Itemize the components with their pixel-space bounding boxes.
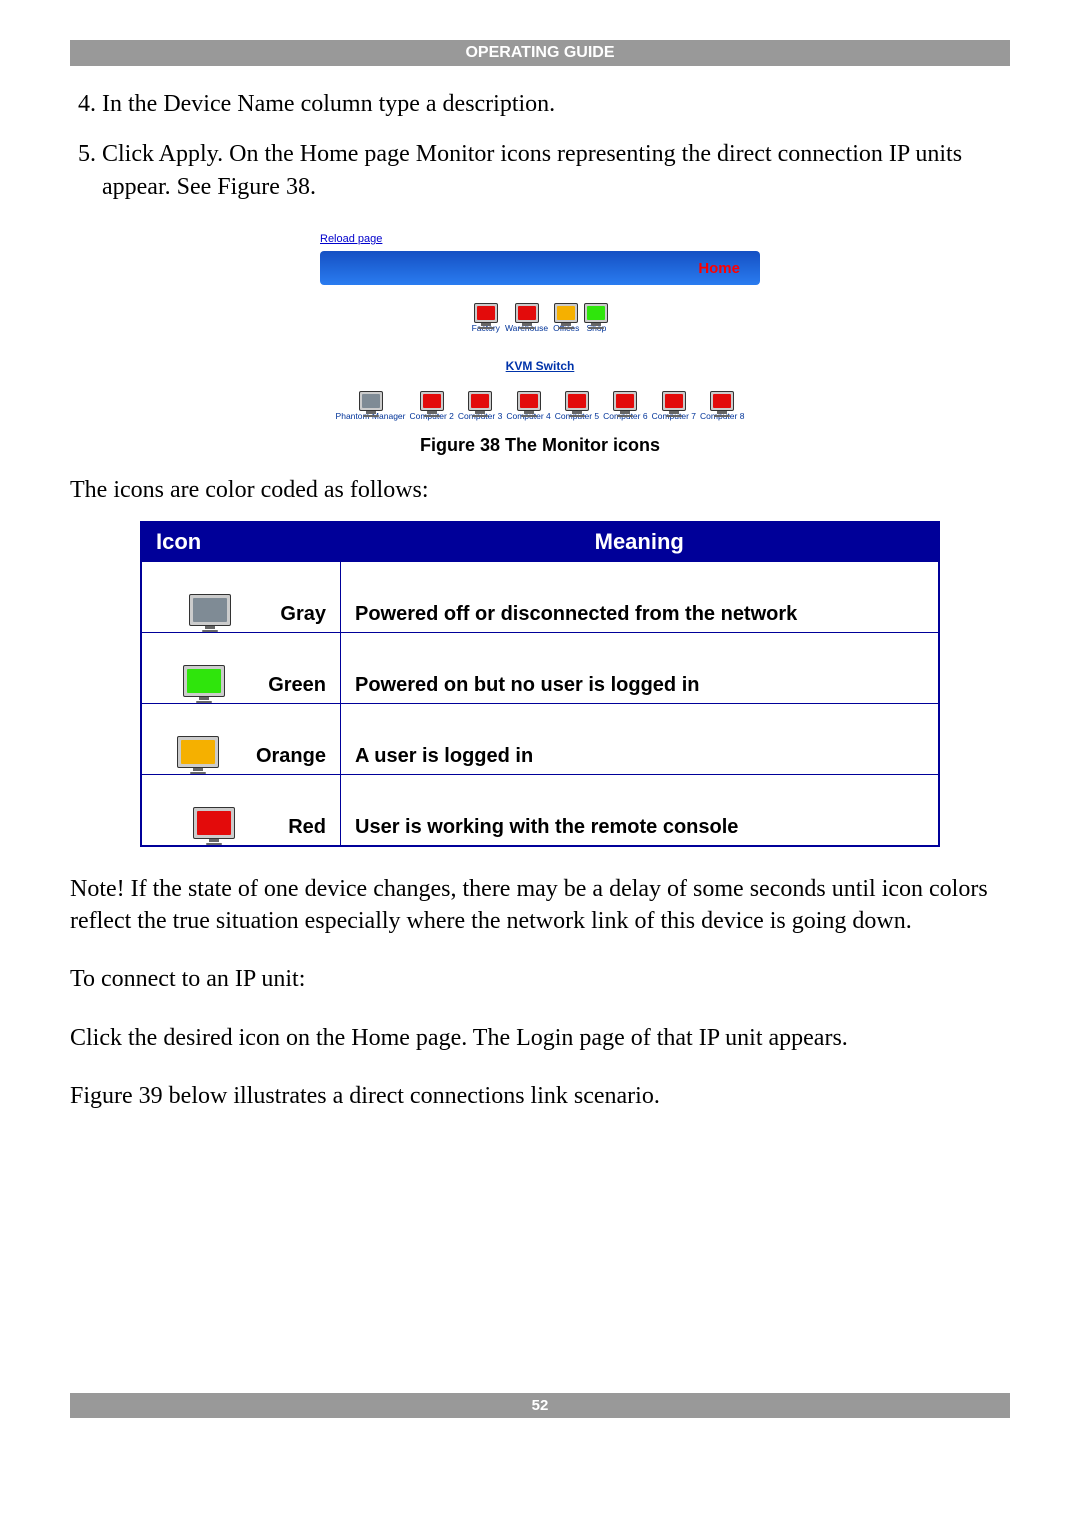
legend-icon-cell: Green [141, 632, 341, 703]
monitor-icon[interactable]: Computer 5 [555, 391, 599, 421]
legend-meaning-cell: Powered off or disconnected from the net… [341, 561, 940, 632]
monitor-icon[interactable]: Factory [472, 303, 500, 333]
table-row: Green Powered on but no user is logged in [141, 632, 939, 703]
monitor-icon [189, 594, 231, 626]
figure39-intro: Figure 39 below illustrates a direct con… [70, 1080, 1010, 1112]
monitor-icon[interactable]: Computer 3 [458, 391, 502, 421]
legend-meaning-cell: Powered on but no user is logged in [341, 632, 940, 703]
home-label[interactable]: Home [698, 260, 740, 277]
monitor-icon [183, 665, 225, 697]
legend-color-name: Orange [256, 745, 326, 768]
kvm-switch-link[interactable]: KVM Switch [320, 359, 760, 373]
monitor-icon[interactable]: Computer 4 [506, 391, 550, 421]
figure38-caption: Figure 38 The Monitor icons [70, 435, 1010, 456]
monitor-icon[interactable]: Computer 2 [409, 391, 453, 421]
reload-link[interactable]: Reload page [320, 233, 382, 245]
legend-color-name: Green [268, 674, 326, 697]
monitor-icon[interactable]: Computer 6 [603, 391, 647, 421]
legend-meaning-cell: User is working with the remote console [341, 774, 940, 846]
figure38-screenshot: Reload page Home FactoryWarehouseOffices… [320, 221, 760, 421]
table-row: Orange A user is logged in [141, 703, 939, 774]
legend-icon-cell: Red [141, 774, 341, 846]
note-paragraph: Note! If the state of one device changes… [70, 873, 1010, 938]
home-bar: Home [320, 251, 760, 285]
legend-icon-cell: Orange [141, 703, 341, 774]
top-monitor-row: FactoryWarehouseOfficesShop [320, 303, 760, 333]
monitor-icon[interactable]: Shop [584, 303, 608, 333]
legend-color-name: Red [288, 816, 326, 839]
monitor-icon [177, 736, 219, 768]
legend-head-icon: Icon [141, 522, 341, 562]
legend-icon-cell: Gray [141, 561, 341, 632]
connect-heading: To connect to an IP unit: [70, 963, 1010, 995]
legend-meaning-cell: A user is logged in [341, 703, 940, 774]
monitor-icon [193, 807, 235, 839]
monitor-icon[interactable]: Computer 7 [652, 391, 696, 421]
step-item: In the Device Name column type a descrip… [102, 88, 1010, 120]
legend-head-meaning: Meaning [341, 522, 940, 562]
bottom-monitor-row: Phantom ManagerComputer 2Computer 3Compu… [320, 391, 760, 421]
legend-table: Icon Meaning Gray Powered off or disconne… [140, 521, 940, 847]
step-item: Click Apply. On the Home page Monitor ic… [102, 138, 1010, 203]
monitor-icon[interactable]: Phantom Manager [336, 391, 406, 421]
page-number: 52 [70, 1393, 1010, 1418]
monitor-icon[interactable]: Offices [553, 303, 579, 333]
legend-intro: The icons are color coded as follows: [70, 474, 1010, 506]
monitor-icon[interactable]: Computer 8 [700, 391, 744, 421]
connect-instruction: Click the desired icon on the Home page.… [70, 1022, 1010, 1054]
legend-color-name: Gray [280, 603, 326, 626]
table-row: Red User is working with the remote conso… [141, 774, 939, 846]
table-row: Gray Powered off or disconnected from the… [141, 561, 939, 632]
monitor-icon[interactable]: Warehouse [505, 303, 548, 333]
step-list: In the Device Name column type a descrip… [70, 88, 1010, 203]
header-bar: OPERATING GUIDE [70, 40, 1010, 66]
